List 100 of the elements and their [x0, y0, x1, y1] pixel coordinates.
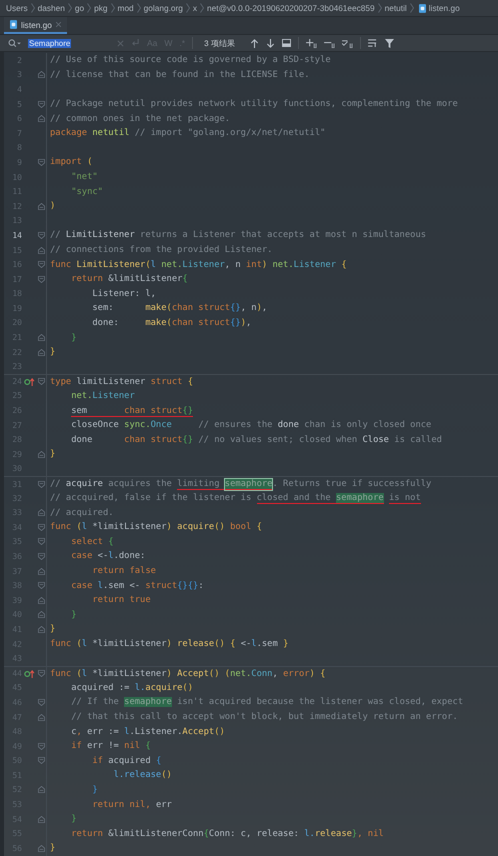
fold-marker-icon[interactable]	[38, 334, 44, 342]
code-line: return &limitListenerConn{Conn: c, release: l.release}, nil	[70, 828, 384, 839]
file-icon	[10, 20, 17, 29]
code-line: }	[50, 347, 56, 358]
lines-icon[interactable]	[368, 39, 378, 47]
code-line: case <-l.done:	[70, 551, 146, 562]
chevron-icon	[378, 3, 382, 13]
fold-marker-icon[interactable]	[38, 582, 44, 590]
breadcrumb-item[interactable]: golang.org	[144, 3, 183, 13]
breadcrumb-item[interactable]: Users	[6, 3, 28, 13]
file-tab[interactable]: listen.go	[4, 17, 67, 34]
code-line: sem: make(chan struct{}, n),	[91, 303, 268, 314]
fold-marker-icon[interactable]	[38, 844, 44, 852]
breadcrumb-item[interactable]: go	[74, 3, 84, 13]
breadcrumb-item[interactable]: netutil	[384, 3, 407, 13]
code-line: sem chan struct{}	[70, 406, 194, 416]
code-line: "net"	[70, 172, 98, 182]
breadcrumb-item[interactable]: listen.go	[428, 3, 460, 13]
code-line: // Use of this source code is governed by a BSD-style	[50, 55, 331, 66]
code-line: Listener: l,	[91, 288, 156, 299]
code-line: // If the semaphore isn't acquired because the listener was closed, expect	[70, 697, 464, 708]
fold-marker-icon[interactable]	[38, 670, 44, 678]
fold-marker-icon[interactable]	[38, 509, 44, 516]
newline-icon[interactable]	[131, 39, 140, 47]
fold-marker-icon[interactable]	[38, 786, 44, 794]
code-line: // license that can be found in the LICENSE file.	[50, 70, 310, 80]
fold-marker-icon[interactable]	[38, 742, 44, 750]
code-line: // that this call to accept won't block, but immediately return an error.	[70, 712, 458, 722]
fold-marker-icon[interactable]	[38, 596, 44, 604]
fold-marker-icon[interactable]	[38, 524, 44, 531]
fold-marker-icon[interactable]	[38, 714, 44, 721]
breadcrumb-item[interactable]: net@v0.0.0-20190620200207-3b0461eec859	[207, 3, 375, 13]
code-line: }	[50, 449, 56, 460]
fold-marker-icon[interactable]	[38, 568, 44, 575]
code-line: if err != nil {	[70, 741, 151, 752]
chevron-icon	[110, 3, 115, 13]
fold-marker-icon[interactable]	[38, 626, 44, 633]
add-selection-icon[interactable]	[306, 38, 317, 48]
code-line: "sync"	[70, 186, 103, 197]
code-line: if acquired {	[91, 756, 162, 766]
code-line: }	[91, 784, 98, 795]
code-line: return true	[91, 595, 151, 606]
fold-marker-icon[interactable]	[38, 611, 44, 618]
fold-marker-icon[interactable]	[38, 202, 44, 210]
close-icon[interactable]	[56, 22, 61, 27]
breadcrumb-item[interactable]: x	[192, 3, 198, 13]
chevron-icon	[410, 3, 414, 13]
code-line: return false	[91, 566, 156, 576]
code-line: }	[50, 843, 56, 854]
fold-marker-icon[interactable]	[38, 261, 44, 268]
implemented-marker-icon[interactable]	[24, 670, 34, 678]
code-line: }	[70, 332, 76, 343]
code-line: select {	[70, 536, 114, 547]
arrow-up-icon[interactable]	[250, 38, 259, 48]
code-line: done chan struct{} // no values sent; closed when Close is called	[70, 434, 442, 445]
code-line: closeOnce sync.Once // ensures the done chan is only closed once	[70, 420, 432, 430]
breadcrumb-item[interactable]: mod	[118, 3, 134, 13]
fold-marker-icon[interactable]	[38, 480, 44, 488]
code-line: // Package netutil provides network utility functions, complementing the more	[50, 99, 458, 110]
code-line: func LimitListener(l net.Listener, n int) net.Listener {	[50, 260, 347, 270]
fold-marker-icon[interactable]	[38, 552, 44, 560]
line-number: 14	[11, 230, 22, 240]
code-line: type limitListener struct {	[50, 376, 194, 387]
fold-marker-icon[interactable]	[38, 698, 44, 706]
arrow-down-icon[interactable]	[266, 38, 275, 48]
file-icon	[418, 4, 426, 12]
fold-marker-icon[interactable]	[38, 538, 44, 546]
clear-icon[interactable]	[117, 40, 124, 46]
fold-marker-icon[interactable]	[38, 158, 44, 166]
code-line: case l.sem <- struct{}{}:	[70, 580, 204, 591]
fold-marker-icon[interactable]	[38, 378, 44, 386]
fold-marker-icon[interactable]	[38, 348, 44, 356]
fold-marker-icon[interactable]	[38, 757, 44, 764]
code-line: c, err := l.Listener.Accept()	[70, 726, 225, 737]
code-line: // LimitListener returns a Listener that accepts at most n simultaneous	[50, 230, 426, 240]
window-icon[interactable]	[282, 39, 291, 47]
select-all-icon[interactable]	[342, 38, 353, 48]
fold-marker-icon[interactable]	[38, 115, 44, 122]
fold-marker-icon[interactable]	[38, 232, 44, 239]
fold-marker-icon[interactable]	[38, 100, 44, 108]
fold-marker-icon[interactable]	[38, 71, 44, 78]
search-icon[interactable]	[8, 38, 21, 48]
fold-marker-icon[interactable]	[38, 276, 44, 283]
breadcrumb-item[interactable]: pkg	[94, 3, 108, 13]
code-line: func (l *limitListener) Accept() (net.Conn, error) {	[50, 668, 326, 679]
chevron-icon	[87, 3, 92, 13]
fold-marker-icon[interactable]	[38, 450, 44, 458]
code-line: }	[70, 814, 76, 824]
code-line: // acquire acquires the limiting semaphore. Returns true if successfully	[50, 479, 432, 490]
fold-marker-icon[interactable]	[38, 816, 44, 823]
chevron-icon	[68, 3, 72, 13]
filter-icon[interactable]	[384, 38, 394, 48]
code-line: // accquired, false if the listener is closed and the semaphore is not	[50, 493, 421, 504]
breadcrumb-item[interactable]: dashen	[38, 3, 65, 13]
code-line: done: make(chan struct{}),	[91, 318, 252, 328]
fold-marker-icon[interactable]	[38, 246, 44, 254]
code-line: // common ones in the net package.	[50, 114, 230, 124]
code-line: package netutil // import "golang.org/x/net/netutil"	[50, 128, 326, 138]
implemented-marker-icon[interactable]	[24, 378, 34, 386]
code-line: return nil, err	[91, 800, 172, 810]
